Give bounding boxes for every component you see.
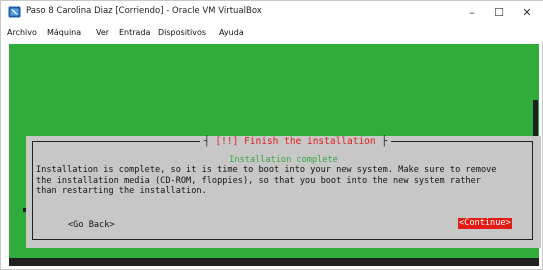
close-button[interactable]: ✕ [513, 4, 541, 20]
dialog-subtitle: Installation complete [229, 155, 338, 165]
minimize-icon: – [469, 5, 475, 19]
dialog-title: ┤ [!!] Finish the installation ├ [200, 136, 392, 147]
go-back-button[interactable]: <Go Back> [68, 220, 115, 230]
menu-entrada[interactable]: Entrada [119, 28, 150, 37]
menu-dispositivos[interactable]: Dispositivos [158, 28, 206, 37]
continue-button[interactable]: <Continue> [458, 218, 512, 229]
dialog-title-text: Finish the installation [244, 136, 376, 147]
title-bar: Paso 8 Carolina Diaz [Corriendo] - Oracl… [1, 1, 543, 25]
finish-installation-dialog: ┤ [!!] Finish the installation ├ Install… [26, 136, 541, 248]
dialog-message: Installation is complete, so it is time … [36, 165, 497, 196]
menu-ver[interactable]: Ver [96, 28, 109, 37]
menu-maquina[interactable]: Máquina [47, 28, 81, 37]
window-title: Paso 8 Carolina Diaz [Corriendo] - Oracl… [26, 6, 262, 16]
close-icon: ✕ [522, 5, 532, 19]
maximize-button[interactable]: ☐ [485, 4, 513, 20]
virtualbox-icon [8, 6, 21, 18]
menu-bar: Archivo Máquina Ver Entrada Dispositivos… [1, 25, 543, 41]
vm-display-bottom [9, 258, 539, 266]
menu-archivo[interactable]: Archivo [7, 28, 37, 37]
maximize-icon: ☐ [494, 5, 504, 19]
dialog-title-marker: [!!] [215, 136, 239, 147]
minimize-button[interactable]: – [458, 4, 486, 20]
menu-ayuda[interactable]: Ayuda [219, 28, 244, 37]
virtualbox-window: Paso 8 Carolina Diaz [Corriendo] - Oracl… [0, 0, 543, 270]
